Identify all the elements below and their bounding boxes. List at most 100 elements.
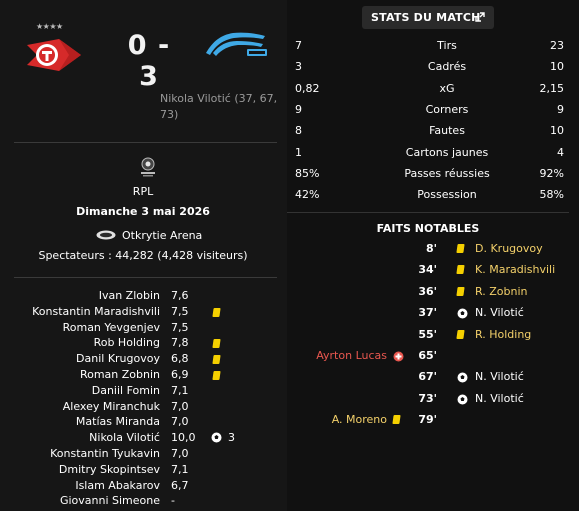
player-rating: 7,5 [171, 304, 189, 318]
match-score: 0 - 3 [127, 30, 171, 92]
player-row[interactable]: Giovanni Simeone - [0, 494, 287, 510]
match-stats-tab[interactable]: STATS DU MATCH [362, 6, 494, 29]
yellow-card-icon [212, 307, 221, 317]
player-name[interactable]: Matías Miranda [76, 415, 160, 428]
player-name[interactable]: Roman Yevgenjev [63, 321, 160, 334]
event-player-name[interactable]: D. Krugovoy [475, 242, 543, 255]
player-rating: 7,0 [171, 447, 189, 460]
stat-away-value: 9 [557, 102, 564, 116]
event-row: 36' R. Zobnin [287, 285, 579, 301]
player-rating: 7,1 [171, 462, 189, 476]
player-row[interactable]: Ivan Zlobin 7,6 [0, 289, 287, 305]
yellow-card-icon [212, 355, 221, 365]
player-row[interactable]: Daniil Fomin 7,1 [0, 384, 287, 400]
player-rating: 7,6 [171, 289, 189, 302]
player-name[interactable]: Giovanni Simeone [60, 494, 160, 507]
stat-home-value: 1 [295, 145, 302, 159]
player-rating: 6,9 [171, 368, 189, 381]
stat-label: Corners [425, 102, 469, 116]
event-minute: 65' [418, 349, 437, 362]
player-rating: 6,8 [171, 352, 189, 366]
stat-row: 3 Cadrés 10 [287, 60, 579, 80]
stat-home-value: 0,82 [295, 81, 320, 95]
event-player-name[interactable]: N. Vilotić [475, 392, 524, 405]
stat-label: Cartons jaunes [405, 145, 489, 159]
stat-home-value: 42% [295, 188, 320, 202]
stat-row: 1 Cartons jaunes 4 [287, 146, 579, 166]
event-player-name[interactable]: R. Holding [475, 328, 531, 341]
player-name[interactable]: Konstantin Maradishvili [32, 305, 160, 318]
player-row[interactable]: Danil Krugovoy 6,8 [0, 352, 287, 368]
event-row: A. Moreno 79' [287, 413, 579, 429]
expand-icon[interactable] [475, 12, 485, 22]
player-row[interactable]: Nikola Vilotić 10,0 3 [0, 431, 287, 447]
player-row[interactable]: Konstantin Maradishvili 7,5 [0, 305, 287, 321]
competition-name[interactable]: RPL [10, 185, 276, 198]
zenit-logo-icon [206, 32, 267, 56]
notable-events-title: FAITS NOTABLES [376, 222, 480, 235]
player-row[interactable]: Matías Miranda 7,0 [0, 415, 287, 431]
event-minute: 73' [418, 391, 437, 405]
spartak-logo-icon [27, 39, 81, 71]
player-rating: 7,0 [171, 415, 189, 429]
player-row[interactable]: Roman Zobnin 6,9 [0, 368, 287, 384]
goal-scorers-summary: Nikola Vilotić (37, 67, 73) [160, 92, 278, 121]
stat-row: 8 Fautes 10 [287, 124, 579, 144]
stadium-info[interactable]: Otkrytie Arena [96, 228, 202, 242]
player-rating: 7,1 [171, 383, 189, 397]
section-divider [287, 212, 569, 213]
yellow-card-icon [212, 339, 221, 349]
event-minute: 36' [418, 284, 437, 298]
event-minute: 8' [425, 242, 437, 255]
stat-label: Fautes [429, 124, 465, 138]
goal-ball-icon [457, 394, 468, 405]
player-rating: 7,5 [171, 320, 189, 334]
player-name[interactable]: Nikola Vilotić [89, 431, 160, 444]
event-minute: 67' [418, 370, 437, 384]
yellow-card-icon [212, 371, 221, 380]
player-row[interactable]: Dmitry Skopintsev 7,1 [0, 463, 287, 479]
goal-ball-icon [211, 432, 222, 446]
goal-count: 3 [228, 431, 235, 445]
event-minute: 79' [418, 413, 437, 427]
event-player-name[interactable]: N. Vilotić [475, 306, 524, 319]
event-minute: 37' [418, 306, 437, 320]
stat-away-value: 10 [550, 124, 564, 138]
section-divider [14, 142, 277, 143]
player-row[interactable]: Alexey Miranchuk 7,0 [0, 400, 287, 416]
event-player-name[interactable]: Ayrton Lucas [316, 349, 387, 362]
player-name[interactable]: Danil Krugovoy [76, 352, 160, 365]
event-player-name[interactable]: R. Zobnin [475, 285, 528, 298]
player-name[interactable]: Daniil Fomin [92, 384, 160, 397]
player-name[interactable]: Ivan Zlobin [99, 289, 160, 302]
player-name[interactable]: Konstantin Tyukavin [50, 447, 160, 460]
stat-away-value: 92% [539, 166, 564, 180]
yellow-card-icon [456, 265, 465, 275]
player-rating: 7,0 [171, 399, 189, 413]
event-row: 34' K. Maradishvili [287, 263, 579, 279]
stat-away-value: 10 [550, 60, 564, 74]
stat-label: xG [439, 81, 455, 95]
stadium-name: Otkrytie Arena [122, 228, 203, 242]
stat-label: Cadrés [427, 60, 467, 74]
player-name[interactable]: Roman Zobnin [80, 368, 160, 381]
home-team-logo[interactable]: ★★★★ [25, 22, 83, 73]
stat-home-value: 7 [295, 39, 302, 52]
event-player-name[interactable]: A. Moreno [332, 413, 387, 426]
player-name[interactable]: Islam Abakarov [75, 479, 160, 492]
section-divider [14, 277, 277, 278]
match-summary-panel: ★★★★ 0 - 3 Nikola Vilotić (37, 67, 73) R… [0, 0, 287, 511]
player-row[interactable]: Konstantin Tyukavin 7,0 [0, 447, 287, 463]
event-player-name[interactable]: K. Maradishvili [475, 263, 555, 276]
player-name[interactable]: Rob Holding [94, 336, 160, 349]
stat-row: 9 Corners 9 [287, 103, 579, 123]
player-row[interactable]: Islam Abakarov 6,7 [0, 479, 287, 495]
player-name[interactable]: Alexey Miranchuk [63, 400, 160, 413]
event-player-name[interactable]: N. Vilotić [475, 370, 524, 383]
away-team-logo[interactable] [203, 27, 269, 61]
player-name[interactable]: Dmitry Skopintsev [59, 463, 160, 476]
player-row[interactable]: Roman Yevgenjev 7,5 [0, 321, 287, 337]
event-row: 55' R. Holding [287, 328, 579, 344]
stat-label: Passes réussies [404, 166, 490, 180]
player-row[interactable]: Rob Holding 7,8 [0, 336, 287, 352]
